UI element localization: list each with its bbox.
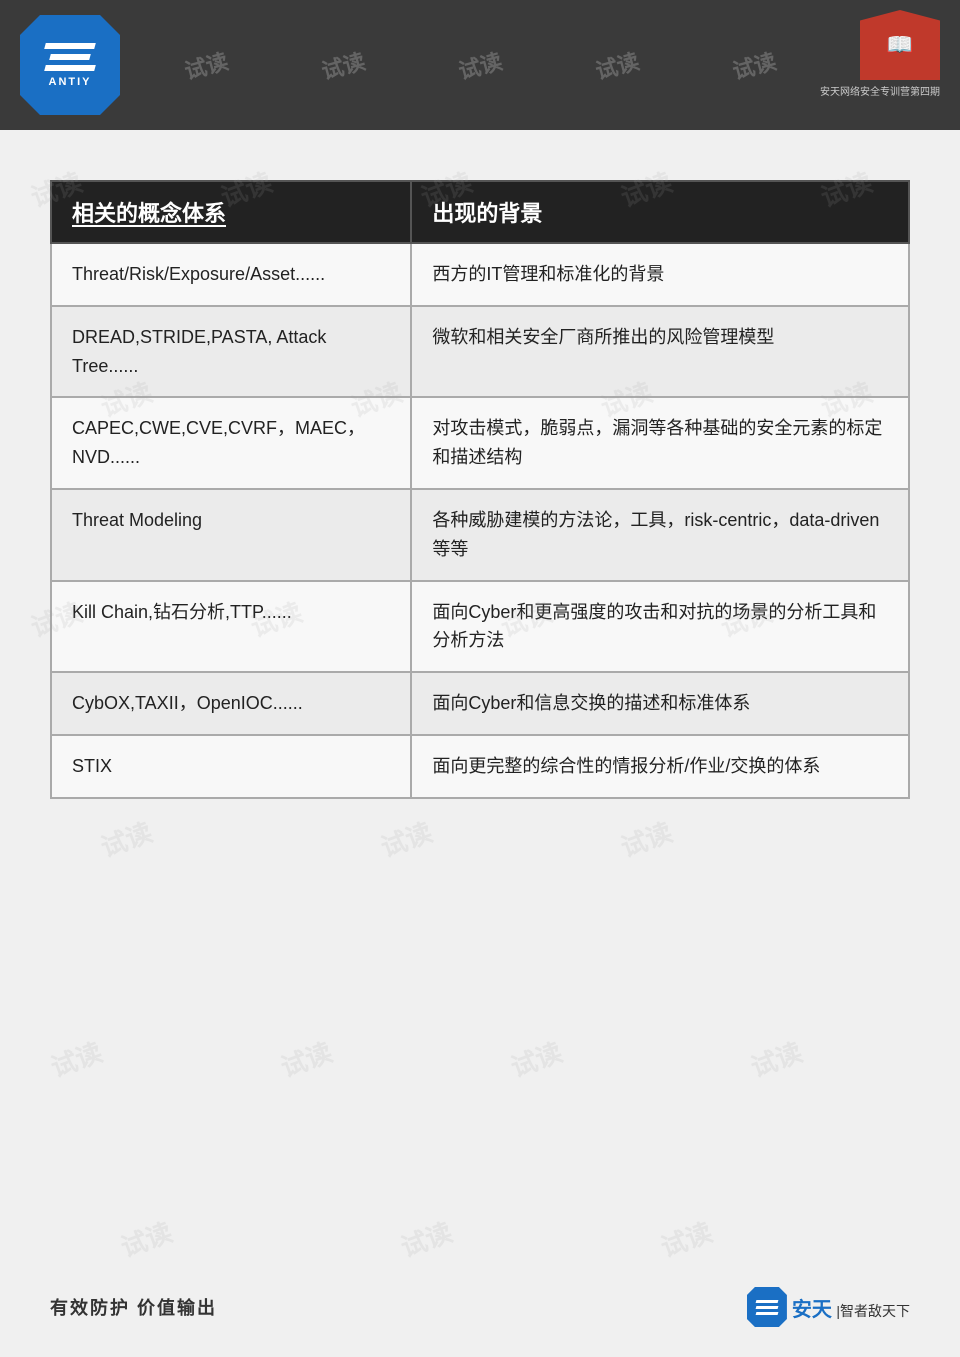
table-cell-left-2: CAPEC,CWE,CVE,CVRF，MAEC，NVD......	[51, 397, 411, 489]
table-cell-right-0: 西方的IT管理和标准化的背景	[411, 243, 909, 306]
page-wm-22: 试读	[395, 1212, 457, 1265]
col2-header: 出现的背景	[411, 181, 909, 243]
book-logo	[860, 10, 940, 80]
footer: 有效防护 价值输出 安天 |智者敌天下	[0, 1287, 960, 1327]
logo-line-3	[44, 65, 96, 71]
table-row: CybOX,TAXII，OpenIOC......面向Cyber和信息交换的描述…	[51, 672, 909, 735]
main-content: 相关的概念体系 出现的背景 Threat/Risk/Exposure/Asset…	[0, 130, 960, 829]
logo-lines	[45, 43, 95, 71]
footer-slogan: 有效防护 价值输出	[50, 1294, 217, 1320]
footer-brand-group: 安天 |智者敌天下	[792, 1293, 910, 1322]
footer-brand-name: 安天	[792, 1299, 832, 1321]
table-cell-left-3: Threat Modeling	[51, 489, 411, 581]
concept-table: 相关的概念体系 出现的背景 Threat/Risk/Exposure/Asset…	[50, 180, 910, 799]
footer-right-brand: 安天 |智者敌天下	[747, 1287, 910, 1327]
table-row: STIX面向更完整的综合性的情报分析/作业/交换的体系	[51, 735, 909, 798]
table-row: Threat Modeling各种威胁建模的方法论，工具，risk-centri…	[51, 489, 909, 581]
watermark-3: 试读	[317, 44, 368, 86]
table-row: DREAD,STRIDE,PASTA, Attack Tree......微软和…	[51, 306, 909, 398]
antiy-text: ANTIY	[49, 76, 92, 88]
antiy-logo: ANTIY	[20, 15, 120, 115]
watermark-4: 试读	[455, 44, 506, 86]
table-row: Threat/Risk/Exposure/Asset......西方的IT管理和…	[51, 243, 909, 306]
table-cell-right-3: 各种威胁建模的方法论，工具，risk-centric，data-driven等等	[411, 489, 909, 581]
table-cell-right-5: 面向Cyber和信息交换的描述和标准体系	[411, 672, 909, 735]
table-cell-left-5: CybOX,TAXII，OpenIOC......	[51, 672, 411, 735]
footer-brand-sub: |智者敌天下	[836, 1303, 910, 1319]
table-row: Kill Chain,钻石分析,TTP......面向Cyber和更高强度的攻击…	[51, 581, 909, 673]
header-subtitle: 安天网络安全专训营第四期	[820, 83, 940, 98]
page-wm-18: 试读	[275, 1032, 337, 1085]
col1-header: 相关的概念体系	[51, 181, 411, 243]
table-cell-right-2: 对攻击模式，脆弱点，漏洞等各种基础的安全元素的标定和描述结构	[411, 397, 909, 489]
table-cell-left-1: DREAD,STRIDE,PASTA, Attack Tree......	[51, 306, 411, 398]
page-wm-21: 试读	[115, 1212, 177, 1265]
header-right: 安天网络安全专训营第四期	[820, 10, 940, 98]
table-cell-right-1: 微软和相关安全厂商所推出的风险管理模型	[411, 306, 909, 398]
header-watermarks: 试读 试读 试读 试读 试读 试读 试读	[0, 0, 960, 130]
page-wm-23: 试读	[655, 1212, 717, 1265]
table-cell-left-4: Kill Chain,钻石分析,TTP......	[51, 581, 411, 673]
footer-logo-line-1	[756, 1300, 779, 1303]
logo-line-1	[44, 43, 96, 49]
logo-line-2	[49, 54, 91, 60]
footer-logo-line-2	[756, 1306, 779, 1309]
table-cell-left-0: Threat/Risk/Exposure/Asset......	[51, 243, 411, 306]
footer-antiy-logo	[747, 1287, 787, 1327]
header: 试读 试读 试读 试读 试读 试读 试读 ANTIY 安天网络安全专训营第四期	[0, 0, 960, 130]
table-row: CAPEC,CWE,CVE,CVRF，MAEC，NVD......对攻击模式，脆…	[51, 397, 909, 489]
watermark-5: 试读	[592, 44, 643, 86]
page-wm-17: 试读	[45, 1032, 107, 1085]
page-wm-20: 试读	[745, 1032, 807, 1085]
table-cell-right-4: 面向Cyber和更高强度的攻击和对抗的场景的分析工具和分析方法	[411, 581, 909, 673]
footer-logo-lines	[756, 1300, 778, 1315]
watermark-6: 试读	[729, 44, 780, 86]
table-cell-left-6: STIX	[51, 735, 411, 798]
table-cell-right-6: 面向更完整的综合性的情报分析/作业/交换的体系	[411, 735, 909, 798]
page-wm-19: 试读	[505, 1032, 567, 1085]
watermark-2: 试读	[180, 44, 231, 86]
footer-logo-line-3	[756, 1312, 779, 1315]
